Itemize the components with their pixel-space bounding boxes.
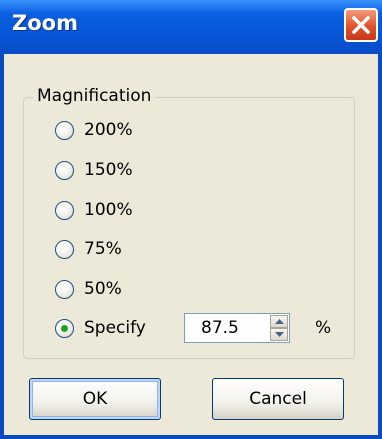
close-icon bbox=[352, 16, 370, 34]
zoom-dialog: Zoom Magnification 200% 150% 100% 75% 50… bbox=[0, 0, 382, 439]
radio-label: 75% bbox=[84, 239, 122, 259]
radio-button[interactable] bbox=[55, 239, 74, 259]
magnification-group-label: Magnification bbox=[33, 86, 156, 106]
arrow-up-icon bbox=[275, 319, 284, 324]
window-frame-left bbox=[0, 54, 4, 439]
dialog-title: Zoom bbox=[12, 11, 78, 35]
window-frame-bottom bbox=[0, 435, 382, 439]
radio-label: Specify bbox=[84, 318, 146, 338]
title-bar[interactable]: Zoom bbox=[0, 0, 382, 54]
radio-button[interactable] bbox=[55, 120, 74, 140]
radio-option-75[interactable]: 75% bbox=[55, 236, 122, 262]
radio-label: 50% bbox=[84, 279, 122, 299]
spin-down-button[interactable] bbox=[270, 328, 288, 341]
radio-option-150[interactable]: 150% bbox=[55, 157, 133, 183]
radio-option-50[interactable]: 50% bbox=[55, 276, 122, 302]
radio-option-specify[interactable]: Specify bbox=[55, 315, 146, 341]
spin-up-button[interactable] bbox=[270, 315, 288, 328]
radio-button[interactable] bbox=[55, 200, 74, 220]
radio-button-selected[interactable] bbox=[55, 318, 74, 338]
close-button[interactable] bbox=[344, 8, 378, 42]
radio-label: 200% bbox=[84, 120, 133, 140]
zoom-percent-value[interactable]: 87.5 bbox=[201, 318, 239, 338]
cancel-button[interactable]: Cancel bbox=[212, 378, 344, 420]
radio-option-200[interactable]: 200% bbox=[55, 117, 133, 143]
zoom-percent-spinner[interactable]: 87.5 bbox=[184, 313, 290, 343]
radio-button[interactable] bbox=[55, 160, 74, 180]
radio-label: 150% bbox=[84, 160, 133, 180]
window-frame-right bbox=[378, 54, 382, 439]
arrow-down-icon bbox=[275, 332, 284, 337]
radio-label: 100% bbox=[84, 200, 133, 220]
radio-option-100[interactable]: 100% bbox=[55, 197, 133, 223]
radio-button[interactable] bbox=[55, 279, 74, 299]
percent-unit-label: % bbox=[315, 318, 332, 338]
ok-button[interactable]: OK bbox=[29, 378, 161, 420]
